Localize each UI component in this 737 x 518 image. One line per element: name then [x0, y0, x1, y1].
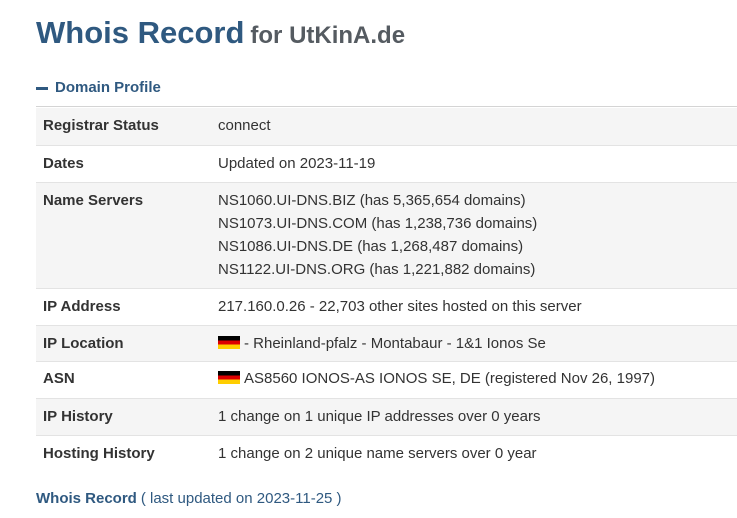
name-server-item[interactable]: NS1073.UI-DNS.COM (has 1,238,736 domains…: [218, 212, 737, 235]
table-row-asn: ASN AS8560 IONOS-AS IONOS SE, DE (regist…: [36, 361, 737, 399]
asn-text: AS8560 IONOS-AS IONOS SE, DE (registered…: [244, 369, 656, 387]
table-row-ip-address: IP Address 217.160.0.26 - 22,703 other s…: [36, 288, 737, 326]
ip-location-text: - Rheinland-pfalz - Montabaur - 1&1 Iono…: [244, 334, 546, 352]
registrar-status-label: Registrar Status: [36, 108, 218, 146]
dates-label: Dates: [36, 145, 218, 183]
table-row-registrar-status: Registrar Status connect: [36, 108, 737, 146]
whois-record-link[interactable]: Whois Record: [36, 490, 137, 507]
table-row-name-servers: Name Servers NS1060.UI-DNS.BIZ (has 5,36…: [36, 182, 737, 289]
table-row-ip-history: IP History 1 change on 1 unique IP addre…: [36, 398, 737, 436]
ip-address-label: IP Address: [36, 288, 218, 326]
whois-record-footer: Whois Record( last updated on 2023-11-25…: [36, 490, 342, 507]
hosting-history-value[interactable]: 1 change on 2 unique name servers over 0…: [218, 435, 737, 472]
hosting-history-label: Hosting History: [43, 444, 155, 462]
page-title-domain: for UtKinA.de: [250, 22, 406, 49]
table-row-ip-location: IP Location - Rheinland-pfalz - Montabau…: [36, 325, 737, 362]
ip-location-value: - Rheinland-pfalz - Montabaur - 1&1 Iono…: [218, 325, 737, 362]
name-server-item[interactable]: NS1060.UI-DNS.BIZ (has 5,365,654 domains…: [218, 189, 737, 212]
germany-flag-icon: [218, 335, 240, 349]
page-title: Whois Record for UtKinA.de: [36, 14, 405, 51]
page-title-main: Whois Record: [36, 15, 245, 50]
table-row-dates: Dates Updated on 2023-11-19: [36, 145, 737, 183]
ip-history-label: IP History: [36, 398, 218, 436]
domain-profile-table: Registrar Status connect Dates Updated o…: [36, 108, 737, 472]
domain-profile-label[interactable]: Domain Profile: [55, 79, 161, 96]
name-servers-label: Name Servers: [36, 182, 218, 289]
name-servers-value: NS1060.UI-DNS.BIZ (has 5,365,654 domains…: [218, 182, 737, 289]
name-server-item[interactable]: NS1086.UI-DNS.DE (has 1,268,487 domains): [218, 235, 737, 258]
germany-flag-icon: [218, 370, 240, 384]
name-server-item[interactable]: NS1122.UI-DNS.ORG (has 1,221,882 domains…: [218, 258, 737, 281]
dates-value: Updated on 2023-11-19: [218, 145, 737, 183]
asn-value: AS8560 IONOS-AS IONOS SE, DE (registered…: [218, 361, 737, 399]
ip-address-value[interactable]: 217.160.0.26 - 22,703 other sites hosted…: [218, 288, 737, 326]
domain-profile-section-header[interactable]: Domain Profile: [36, 79, 737, 107]
ip-location-label: IP Location: [36, 325, 218, 362]
ip-history-value[interactable]: 1 change on 1 unique IP addresses over 0…: [218, 398, 737, 436]
table-row-hosting-history: Hosting History 1 change on 2 unique nam…: [36, 435, 737, 472]
asn-label: ASN: [36, 361, 218, 399]
last-updated-note: ( last updated on 2023-11-25 ): [140, 490, 342, 507]
registrar-status-value: connect: [218, 108, 737, 146]
collapse-minus-icon[interactable]: [36, 87, 48, 90]
